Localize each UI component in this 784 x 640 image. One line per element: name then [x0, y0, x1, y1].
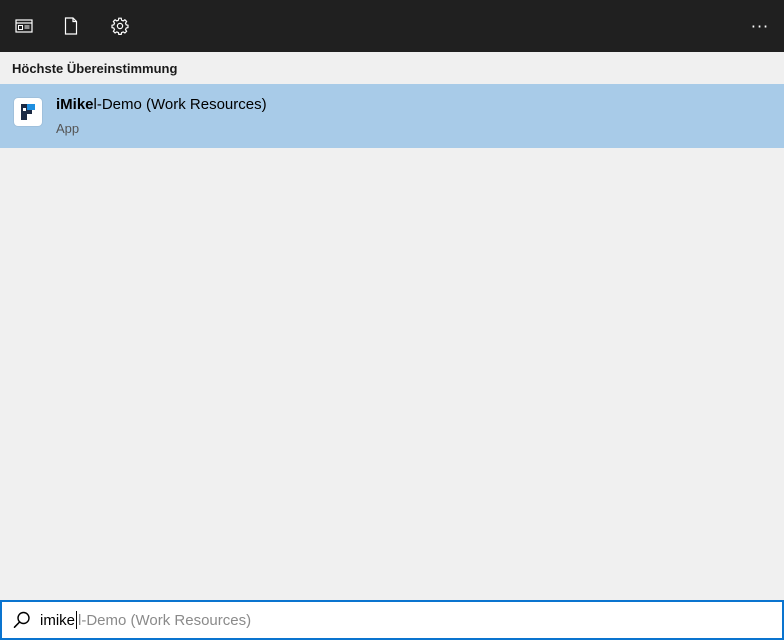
documents-filter-button[interactable]	[55, 10, 87, 42]
filter-toolbar: ···	[0, 0, 784, 52]
search-icon	[13, 611, 30, 629]
ellipsis-icon: ···	[750, 16, 770, 36]
text-caret	[76, 611, 78, 629]
result-title-match: iMike	[56, 96, 94, 113]
result-title: iMikel-Demo (Work Resources)	[56, 96, 267, 113]
search-input[interactable]: imike l-Demo (Work Resources)	[40, 611, 251, 629]
settings-filter-button[interactable]	[104, 10, 136, 42]
search-query: imike	[40, 611, 76, 629]
search-panel: ··· Höchste Übereinstimmung iMikel-Demo …	[0, 0, 784, 640]
result-type: App	[56, 121, 80, 136]
best-match-result[interactable]: iMikel-Demo (Work Resources) App	[0, 84, 784, 148]
more-options-button[interactable]: ···	[744, 10, 776, 42]
result-title-rest: l-Demo (Work Resources)	[93, 96, 267, 113]
document-icon	[64, 17, 78, 35]
best-match-header: Höchste Übereinstimmung	[12, 61, 178, 76]
app-icon	[14, 98, 42, 126]
apps-filter-button[interactable]	[8, 10, 40, 42]
search-box[interactable]: imike l-Demo (Work Resources)	[0, 600, 784, 640]
search-autocomplete: l-Demo (Work Resources)	[78, 611, 252, 629]
window-icon	[15, 19, 33, 33]
gear-icon	[111, 17, 129, 35]
